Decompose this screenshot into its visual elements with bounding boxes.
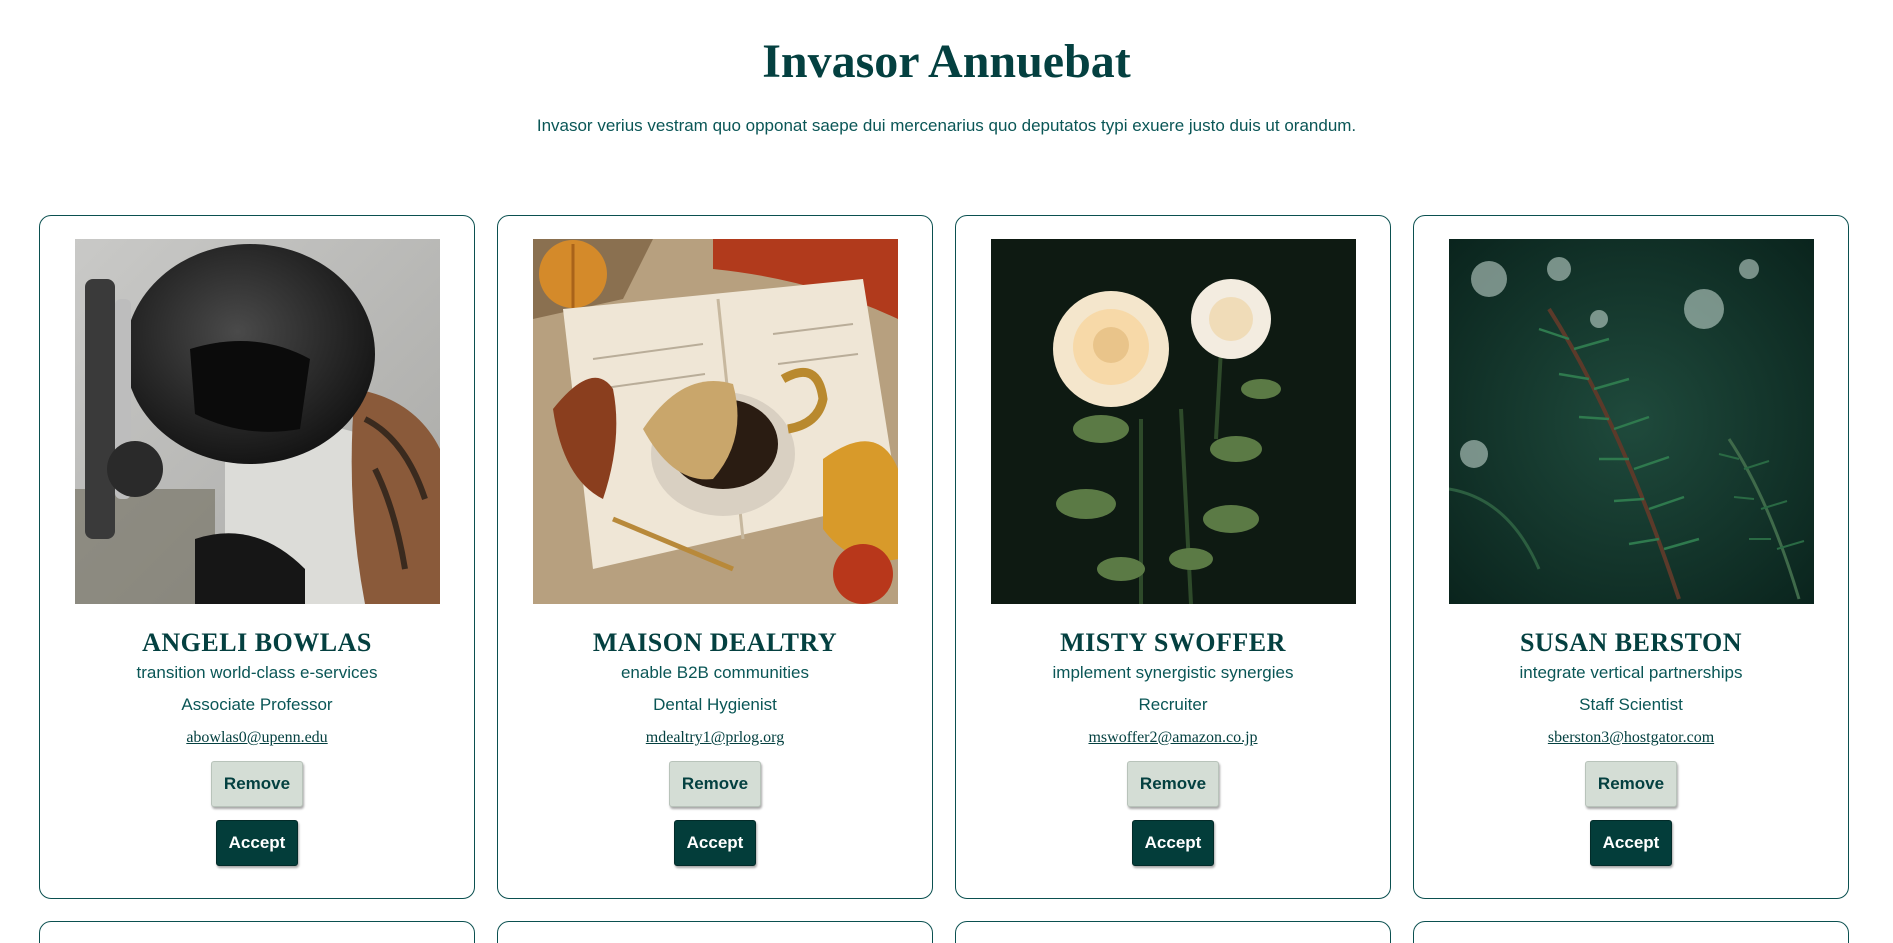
profile-tagline: transition world-class e-services [136,663,378,682]
profile-tagline: implement synergistic synergies [1052,663,1294,682]
profile-card: MISTY SWOFFER implement synergistic syne… [955,215,1391,899]
page-subtitle: Invasor verius vestram quo opponat saepe… [536,116,1357,135]
profile-photo [74,239,440,604]
pine-branch-photo [1448,239,1814,604]
white-roses-photo [990,239,1356,604]
profile-email-link[interactable]: mdealtry1@prlog.org [646,728,784,748]
profile-card: ANGELI BOWLAS transition world-class e-s… [39,215,475,899]
profile-email-link[interactable]: mswoffer2@amazon.co.jp [1088,728,1257,748]
profile-photo [532,239,898,604]
profile-tagline: integrate vertical partnerships [1519,663,1743,682]
profile-photo [990,239,1356,604]
profile-role: Staff Scientist [1579,695,1683,714]
profile-card-partial [497,921,933,943]
accept-button[interactable]: Accept [1590,820,1672,866]
remove-button[interactable]: Remove [669,761,761,807]
profile-photo [1448,239,1814,604]
profile-name: MAISON DEALTRY [592,628,838,657]
accept-button[interactable]: Accept [674,820,756,866]
profile-name: MISTY SWOFFER [1060,628,1286,657]
remove-button[interactable]: Remove [1127,761,1219,807]
remove-button[interactable]: Remove [1585,761,1677,807]
profile-name: SUSAN BERSTON [1519,628,1743,657]
profile-card-partial [39,921,475,943]
profile-card: MAISON DEALTRY enable B2B communities De… [497,215,933,899]
profile-card-partial [955,921,1391,943]
accept-button[interactable]: Accept [1132,820,1214,866]
profile-email-link[interactable]: sberston3@hostgator.com [1548,728,1714,748]
profile-name: ANGELI BOWLAS [142,628,372,657]
profile-role: Dental Hygienist [653,695,777,714]
card-grid: ANGELI BOWLAS transition world-class e-s… [39,215,1849,943]
helmeted-motorcyclist-photo [74,239,440,604]
profile-card-partial [1413,921,1849,943]
profile-role: Recruiter [1138,695,1208,714]
profile-email-link[interactable]: abowlas0@upenn.edu [186,728,327,748]
remove-button[interactable]: Remove [211,761,303,807]
profile-card: SUSAN BERSTON integrate vertical partner… [1413,215,1849,899]
profile-tagline: enable B2B communities [620,663,810,682]
autumn-coffee-book-photo [532,239,898,604]
page-title: Invasor Annuebat [762,35,1131,88]
profile-role: Associate Professor [181,695,333,714]
accept-button[interactable]: Accept [216,820,298,866]
